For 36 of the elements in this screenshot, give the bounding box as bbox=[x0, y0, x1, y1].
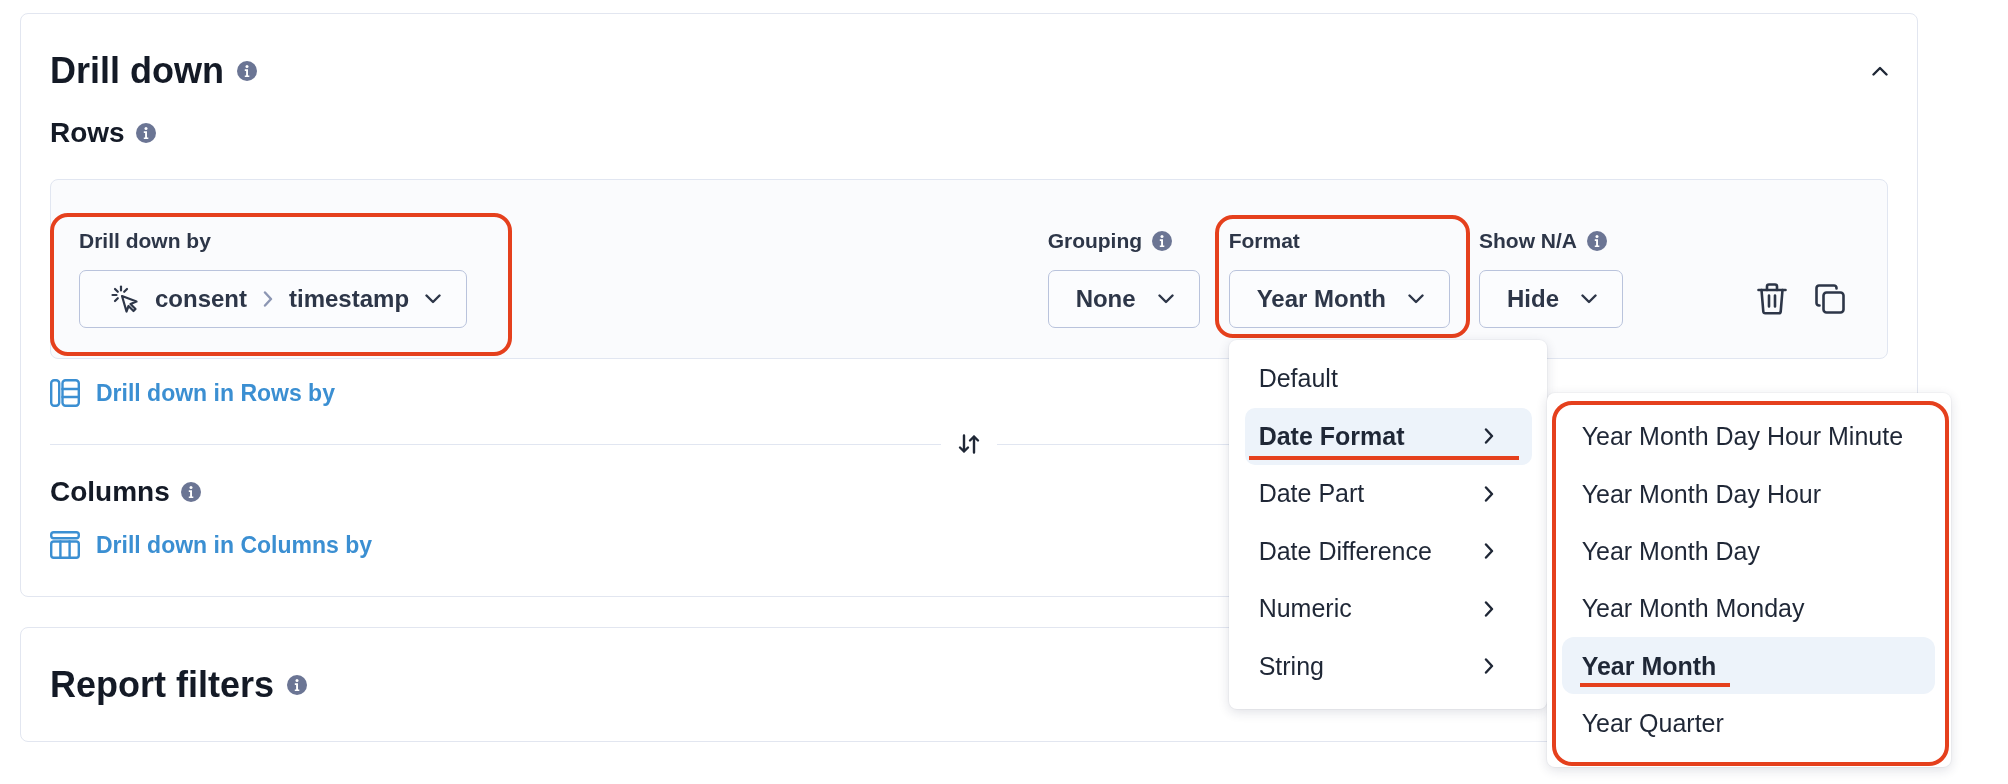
chevron-down-icon bbox=[1581, 294, 1597, 304]
cursor-click-icon bbox=[111, 285, 139, 313]
dropdown-select[interactable]: None bbox=[1047, 270, 1200, 328]
chevron-down-icon bbox=[1408, 294, 1424, 304]
swap-arrows-icon[interactable] bbox=[958, 434, 980, 454]
section-title: Drill down bbox=[50, 49, 224, 93]
field-label: Drill down by bbox=[79, 228, 211, 254]
trash-icon[interactable] bbox=[1757, 283, 1787, 315]
section-title: Report filters bbox=[50, 663, 275, 707]
copy-icon[interactable] bbox=[1815, 284, 1845, 314]
dropdown-select[interactable]: Hide bbox=[1479, 270, 1623, 328]
rows-layout-icon bbox=[50, 379, 80, 407]
menu-item[interactable]: Default bbox=[1244, 350, 1532, 408]
submenu-item[interactable]: Year Month Day Hour Minute bbox=[1561, 407, 1935, 465]
field-label: Format bbox=[1228, 228, 1300, 254]
subsection-title: Columns bbox=[50, 475, 170, 509]
menu-item[interactable]: Numeric bbox=[1244, 580, 1532, 638]
menu-item[interactable]: Date Part bbox=[1244, 465, 1532, 523]
chevron-up-icon[interactable] bbox=[1872, 66, 1888, 76]
dropdown-select[interactable]: Year Month bbox=[1228, 270, 1450, 328]
submenu-item[interactable]: Year Month Day Hour bbox=[1561, 464, 1935, 523]
menu-item[interactable]: Date Format bbox=[1244, 407, 1532, 465]
subsection-title: Rows bbox=[50, 116, 125, 150]
field-path-select[interactable]: consent timestamp bbox=[79, 270, 468, 328]
chevron-down-icon bbox=[1157, 294, 1174, 304]
field-label: Show N/A bbox=[1479, 228, 1577, 254]
menu-item[interactable]: Date Difference bbox=[1244, 522, 1532, 580]
menu-item[interactable]: String bbox=[1244, 637, 1532, 695]
submenu-item[interactable]: Year Month bbox=[1561, 637, 1935, 695]
submenu-item[interactable]: Year Month Monday bbox=[1561, 579, 1935, 638]
submenu-item[interactable]: Year Month Day bbox=[1561, 522, 1935, 580]
field-label: Grouping bbox=[1047, 228, 1143, 254]
chevron-right-icon bbox=[263, 291, 273, 307]
chevron-down-icon bbox=[425, 294, 442, 304]
columns-layout-icon bbox=[50, 531, 80, 559]
submenu-item[interactable]: Year Quarter bbox=[1561, 694, 1935, 752]
